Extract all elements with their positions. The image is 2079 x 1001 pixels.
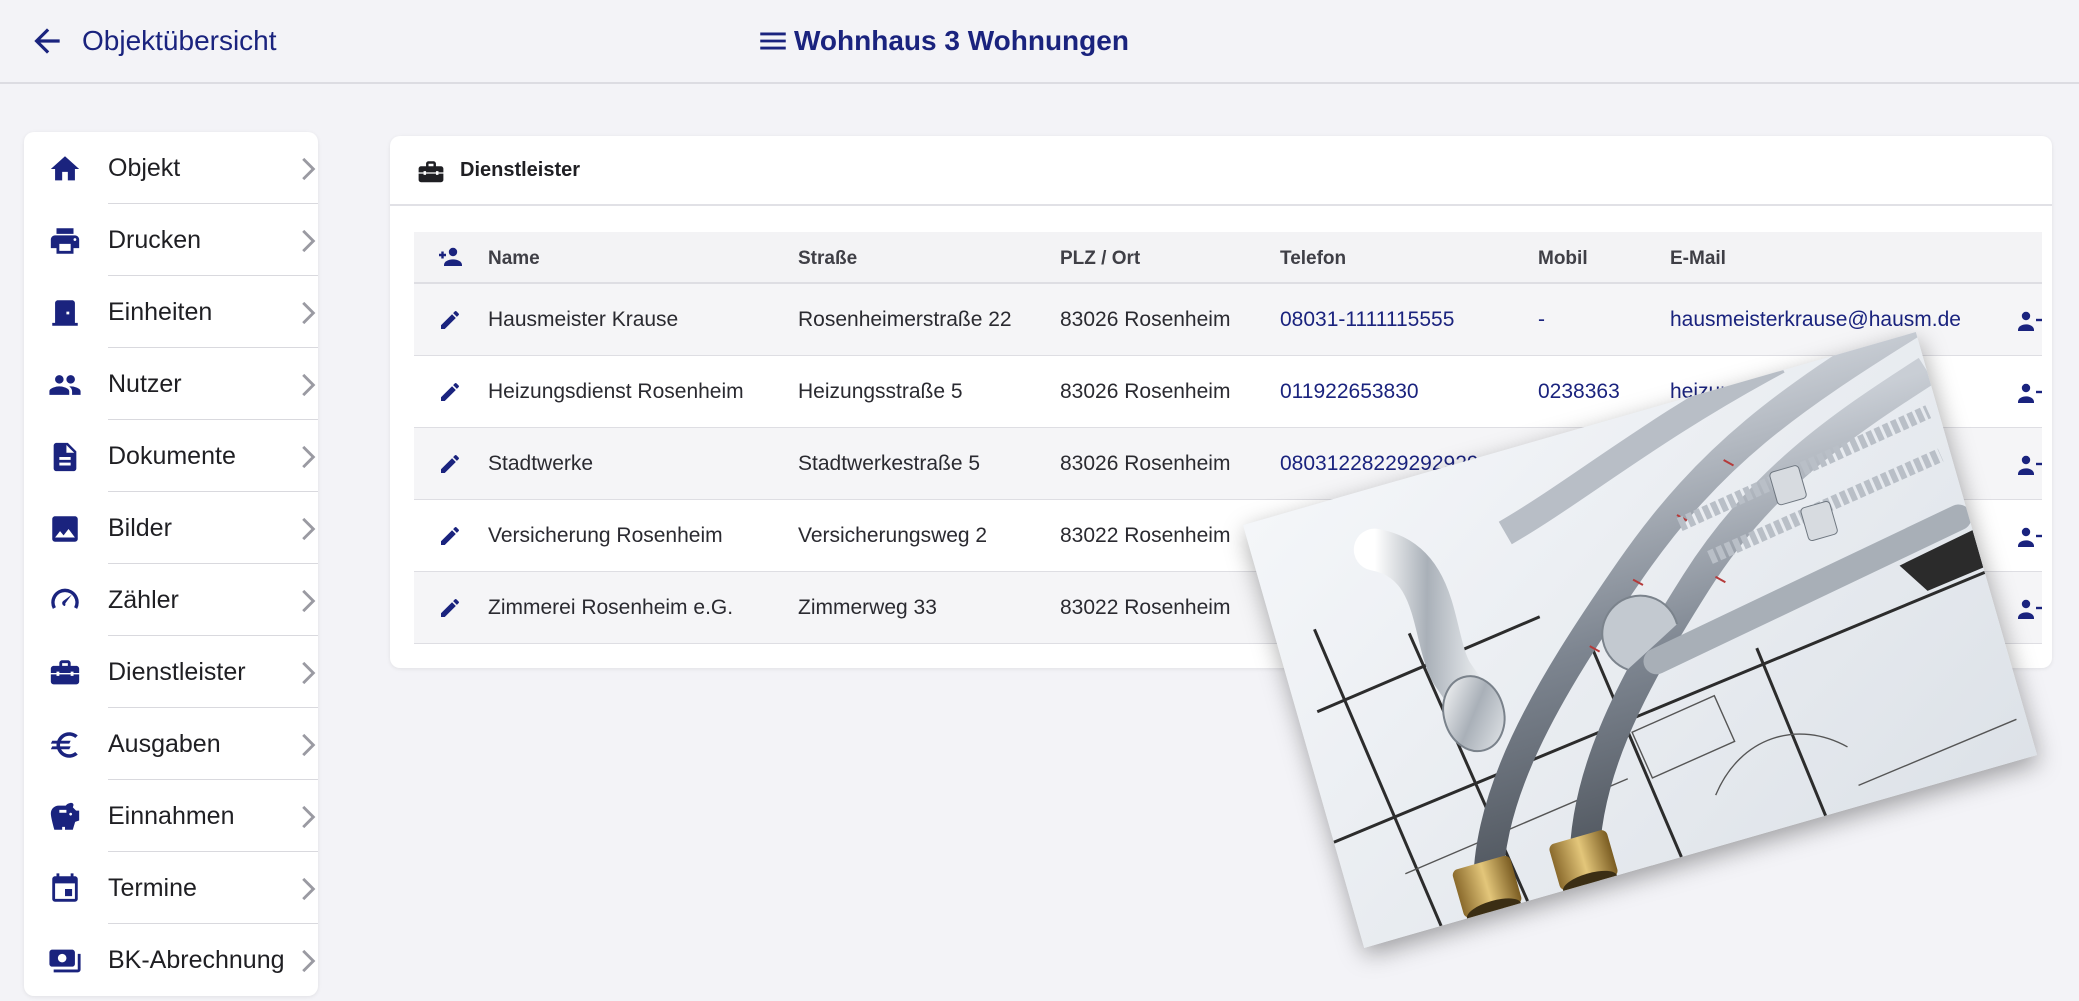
remove-person-icon[interactable] [2018, 310, 2042, 332]
chevron-right-icon [300, 516, 318, 542]
sidebar-item-bk-abrechnung[interactable]: BK-Abrechnung [24, 924, 318, 996]
toolbox-icon [48, 656, 82, 690]
home-icon [48, 152, 82, 186]
remove-person-icon[interactable] [2018, 454, 2042, 476]
chevron-right-icon [300, 228, 318, 254]
calendar-icon [48, 872, 82, 906]
column-header-phone[interactable]: Telefon [1280, 248, 1346, 270]
chevron-right-icon [300, 300, 318, 326]
sidebar-item-dienstleister[interactable]: Dienstleister [24, 636, 318, 708]
column-header-city[interactable]: PLZ / Ort [1060, 248, 1140, 270]
sidebar-item-label: Ausgaben [108, 729, 221, 758]
sidebar-item-label: Objekt [108, 153, 181, 182]
provider-name: Stadtwerke [488, 452, 594, 475]
page-title[interactable]: Wohnhaus 3 Wohnungen [756, 24, 1129, 58]
sidebar-item-label: Zähler [108, 585, 179, 614]
page-title-text: Wohnhaus 3 Wohnungen [794, 25, 1129, 56]
euro-icon [48, 728, 82, 762]
provider-city: 83022 Rosenheim [1060, 524, 1231, 547]
column-header-mobile[interactable]: Mobil [1538, 248, 1588, 270]
provider-name: Heizungsdienst Rosenheim [488, 380, 744, 403]
chevron-right-icon [300, 156, 318, 182]
chevron-right-icon [300, 444, 318, 470]
table-row: Hausmeister Krause Rosenheimerstraße 22 … [414, 284, 2042, 356]
provider-city: 83026 Rosenheim [1060, 380, 1231, 403]
arrow-left-icon [34, 28, 60, 54]
table-header: Name Straße PLZ / Ort Telefon Mobil E-Ma… [414, 232, 2042, 284]
edit-icon[interactable] [438, 308, 462, 332]
provider-phone-link[interactable]: 011922653830 [1280, 380, 1419, 404]
sidebar: Objekt Drucken Einheiten Nutzer Dokument… [24, 132, 318, 996]
gauge-icon [48, 584, 82, 618]
sidebar-item-ausgaben[interactable]: Ausgaben [24, 708, 318, 780]
remove-person-icon[interactable] [2018, 598, 2042, 620]
provider-phone-link[interactable]: 08031-1111115555 [1280, 308, 1454, 332]
provider-mobile-link[interactable]: 0238363 [1538, 380, 1620, 404]
sidebar-item-label: Termine [108, 873, 197, 902]
sidebar-item-label: Nutzer [108, 369, 182, 398]
edit-icon[interactable] [438, 524, 462, 548]
provider-city: 83026 Rosenheim [1060, 452, 1231, 475]
chevron-right-icon [300, 948, 318, 974]
sidebar-item-termine[interactable]: Termine [24, 852, 318, 924]
provider-email-link[interactable]: hausmeisterkrause@hausm.de [1670, 308, 1961, 332]
back-button[interactable]: Objektübersicht [28, 22, 277, 60]
menu-icon [760, 32, 786, 50]
toolbox-icon [416, 160, 446, 186]
sidebar-item-label: Dokumente [108, 441, 236, 470]
column-header-street[interactable]: Straße [798, 248, 857, 270]
sidebar-item-einnahmen[interactable]: Einnahmen [24, 780, 318, 852]
provider-street: Versicherungsweg 2 [798, 524, 988, 547]
chevron-right-icon [300, 876, 318, 902]
provider-city: 83026 Rosenheim [1060, 308, 1231, 331]
provider-street: Heizungsstraße 5 [798, 380, 963, 403]
sidebar-item-label: Bilder [108, 513, 172, 542]
sidebar-item-objekt[interactable]: Objekt [24, 132, 318, 204]
provider-name: Versicherung Rosenheim [488, 524, 723, 547]
column-header-name[interactable]: Name [488, 248, 540, 270]
column-header-email[interactable]: E-Mail [1670, 248, 1726, 270]
provider-street: Rosenheimerstraße 22 [798, 308, 1012, 331]
door-icon [48, 296, 82, 330]
provider-mobile-link[interactable]: - [1538, 308, 1545, 332]
provider-name: Hausmeister Krause [488, 308, 679, 331]
sidebar-item-nutzer[interactable]: Nutzer [24, 348, 318, 420]
add-person-icon[interactable] [438, 246, 464, 268]
sidebar-item-label: Dienstleister [108, 657, 246, 686]
provider-street: Stadtwerkestraße 5 [798, 452, 981, 475]
edit-icon[interactable] [438, 452, 462, 476]
card-header: Dienstleister [390, 136, 2052, 206]
provider-name: Zimmerei Rosenheim e.G. [488, 596, 734, 619]
sidebar-item-bilder[interactable]: Bilder [24, 492, 318, 564]
sidebar-item-label: Einnahmen [108, 801, 235, 830]
provider-city: 83022 Rosenheim [1060, 596, 1231, 619]
edit-icon[interactable] [438, 380, 462, 404]
remove-person-icon[interactable] [2018, 382, 2042, 404]
piggy-bank-icon [48, 800, 82, 834]
document-icon [48, 440, 82, 474]
sidebar-item-label: BK-Abrechnung [108, 945, 285, 974]
sidebar-item-drucken[interactable]: Drucken [24, 204, 318, 276]
chevron-right-icon [300, 732, 318, 758]
sidebar-item-dokumente[interactable]: Dokumente [24, 420, 318, 492]
chevron-right-icon [300, 660, 318, 686]
card-title: Dienstleister [460, 158, 581, 181]
image-icon [48, 512, 82, 546]
chevron-right-icon [300, 804, 318, 830]
chevron-right-icon [300, 372, 318, 398]
chevron-right-icon [300, 588, 318, 614]
sidebar-item-zaehler[interactable]: Zähler [24, 564, 318, 636]
people-icon [48, 368, 82, 402]
provider-street: Zimmerweg 33 [798, 596, 937, 619]
sidebar-item-label: Drucken [108, 225, 202, 254]
cash-icon [48, 944, 82, 978]
sidebar-item-label: Einheiten [108, 297, 213, 326]
back-label: Objektübersicht [82, 25, 277, 56]
edit-icon[interactable] [438, 596, 462, 620]
top-bar: Objektübersicht Wohnhaus 3 Wohnungen [0, 0, 2079, 84]
sidebar-item-einheiten[interactable]: Einheiten [24, 276, 318, 348]
remove-person-icon[interactable] [2018, 526, 2042, 548]
printer-icon [48, 224, 82, 258]
